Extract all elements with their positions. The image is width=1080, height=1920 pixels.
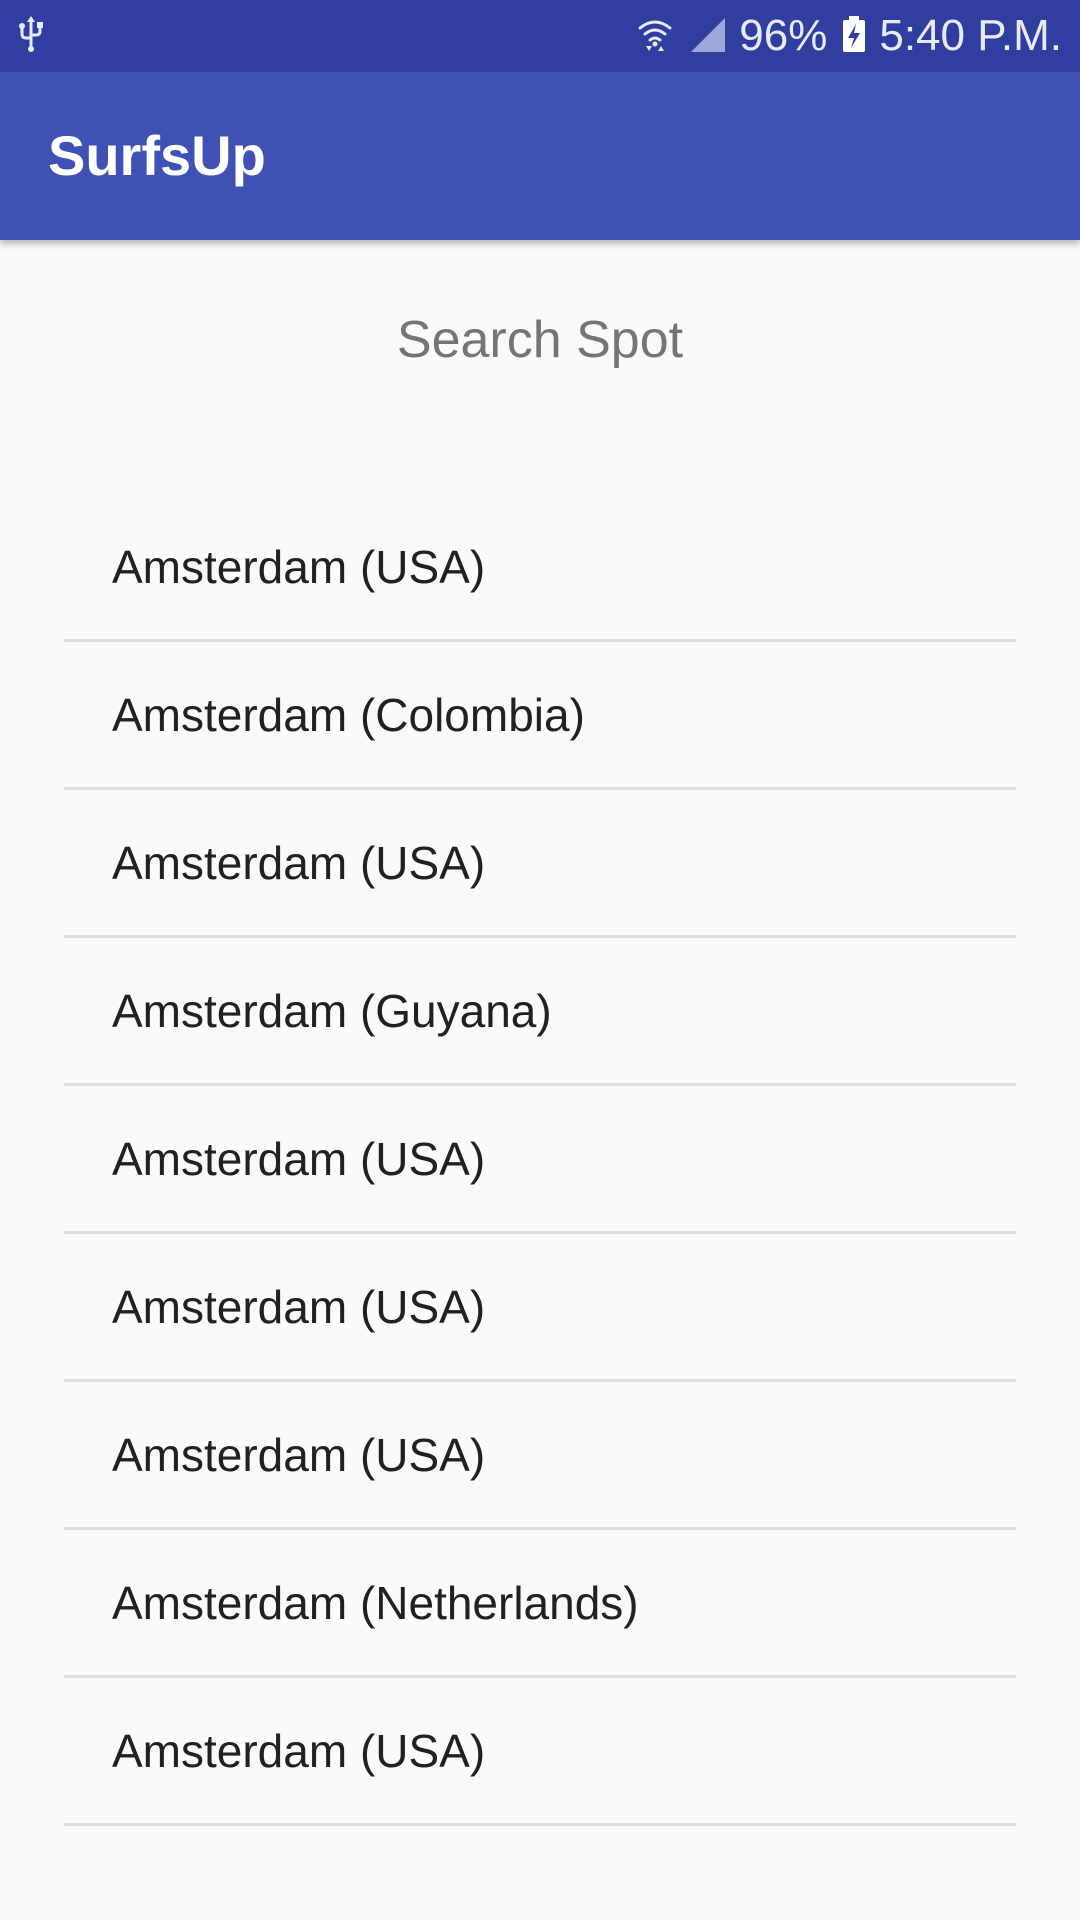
status-right: 96% 5:40 P.M. bbox=[635, 0, 1062, 72]
battery-percent: 96% bbox=[739, 11, 828, 60]
status-bar: 96% 5:40 P.M. bbox=[0, 0, 1080, 72]
list-item[interactable]: Amsterdam (USA) bbox=[64, 494, 1016, 642]
list-item-label: Amsterdam (USA) bbox=[112, 1724, 486, 1777]
list-item[interactable]: Amsterdam (Guyana) bbox=[64, 938, 1016, 1086]
list-item-label: Amsterdam (Netherlands) bbox=[112, 1576, 639, 1629]
list-item-label: Amsterdam (Colombia) bbox=[112, 688, 585, 741]
wifi-icon bbox=[635, 14, 675, 59]
list-item[interactable]: Amsterdam (Colombia) bbox=[64, 642, 1016, 790]
app-title: SurfsUp bbox=[48, 124, 266, 187]
list-item-label: Amsterdam (USA) bbox=[112, 1280, 486, 1333]
app-bar: SurfsUp bbox=[0, 72, 1080, 240]
status-left bbox=[16, 0, 46, 72]
list-item[interactable]: Amsterdam (USA) bbox=[64, 1086, 1016, 1234]
search-input[interactable] bbox=[0, 300, 1080, 380]
list-item-label: Amsterdam (USA) bbox=[112, 540, 486, 593]
list-item[interactable]: Amsterdam (Netherlands) bbox=[64, 1530, 1016, 1678]
list-item[interactable]: Amsterdam (USA) bbox=[64, 1382, 1016, 1530]
clock: 5:40 P.M. bbox=[879, 11, 1062, 60]
result-list: Amsterdam (USA) Amsterdam (Colombia) Ams… bbox=[64, 494, 1016, 1826]
list-item-label: Amsterdam (USA) bbox=[112, 1428, 486, 1481]
list-item[interactable]: Amsterdam (USA) bbox=[64, 790, 1016, 938]
list-item[interactable]: Amsterdam (USA) bbox=[64, 1678, 1016, 1826]
list-item-label: Amsterdam (USA) bbox=[112, 836, 486, 889]
list-item[interactable]: Amsterdam (USA) bbox=[64, 1234, 1016, 1382]
cell-signal-icon bbox=[687, 14, 727, 59]
usb-icon bbox=[16, 14, 46, 59]
list-item-label: Amsterdam (USA) bbox=[112, 1132, 486, 1185]
list-item-label: Amsterdam (Guyana) bbox=[112, 984, 552, 1037]
battery-charging-icon bbox=[841, 14, 867, 59]
